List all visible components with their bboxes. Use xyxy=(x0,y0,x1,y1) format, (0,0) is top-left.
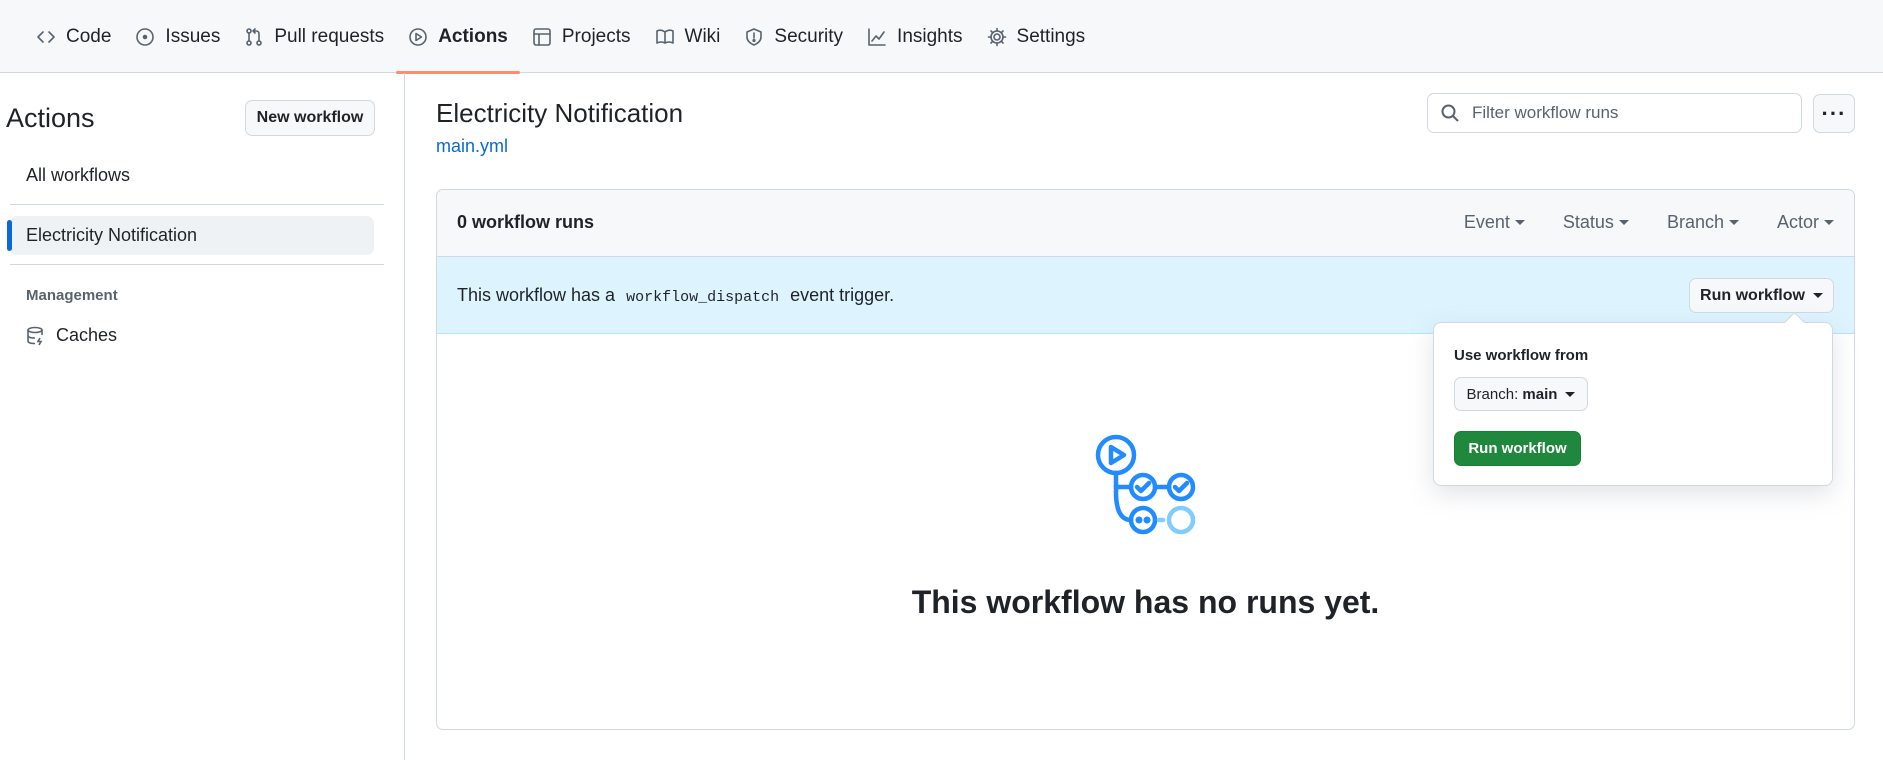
workflow-title: Electricity Notification xyxy=(436,98,684,128)
branch-filter-dropdown[interactable]: Branch xyxy=(1667,212,1739,233)
run-workflow-dropdown-button[interactable]: Run workflow xyxy=(1689,278,1834,313)
issue-icon xyxy=(136,27,155,46)
table-icon xyxy=(533,27,551,46)
kebab-icon: ··· xyxy=(1821,100,1847,126)
banner-text: This workflow has a workflow_dispatch ev… xyxy=(457,285,895,306)
filter-input[interactable] xyxy=(1472,103,1792,123)
management-heading: Management xyxy=(26,287,118,304)
run-workflow-popover: Use workflow from Branch: main Run workf… xyxy=(1433,322,1833,486)
shield-icon xyxy=(746,27,763,46)
database-icon xyxy=(27,326,43,345)
branch-select-text: Branch: main xyxy=(1466,385,1558,403)
sidebar-divider xyxy=(10,264,384,265)
repo-nav: Code Issues Pull requests Actions Projec… xyxy=(0,0,1883,74)
sidebar-item-label: Electricity Notification xyxy=(26,225,198,245)
tab-pull-requests[interactable]: Pull requests xyxy=(232,0,396,73)
branch-select-button[interactable]: Branch: main xyxy=(1454,377,1588,411)
caches-label: Caches xyxy=(56,325,118,345)
tab-wiki[interactable]: Wiki xyxy=(643,0,733,73)
caret-down-icon xyxy=(1812,293,1823,298)
new-workflow-button[interactable]: New workflow xyxy=(245,100,375,136)
repo-tabs: Code Issues Pull requests Actions Projec… xyxy=(24,0,1098,74)
use-workflow-from-label: Use workflow from xyxy=(1454,347,1589,364)
trigger-code: workflow_dispatch xyxy=(626,289,780,306)
runs-filters: Event Status Branch Actor xyxy=(1464,212,1834,233)
tab-insights[interactable]: Insights xyxy=(855,0,974,73)
caret-down-icon xyxy=(1565,391,1576,397)
sidebar-item-electricity-notification[interactable]: Electricity Notification xyxy=(7,216,374,255)
tab-projects[interactable]: Projects xyxy=(520,0,643,73)
run-workflow-submit-button[interactable]: Run workflow xyxy=(1454,431,1581,466)
kebab-menu-button[interactable]: ··· xyxy=(1813,94,1855,133)
workflow-file-link[interactable]: main.yml xyxy=(436,136,508,157)
actions-sidebar: Actions New workflow All workflows Elect… xyxy=(0,73,405,760)
status-filter-dropdown[interactable]: Status xyxy=(1563,212,1629,233)
tab-security[interactable]: Security xyxy=(732,0,855,73)
empty-state-message: This workflow has no runs yet. xyxy=(911,584,1380,620)
tab-settings[interactable]: Settings xyxy=(975,0,1098,73)
caret-down-icon xyxy=(1824,220,1834,225)
workflow-graph-icon xyxy=(1095,434,1196,535)
code-icon xyxy=(37,30,55,43)
event-filter-dropdown[interactable]: Event xyxy=(1464,212,1525,233)
book-icon xyxy=(655,28,674,44)
sidebar-item-all-workflows[interactable]: All workflows xyxy=(10,156,374,195)
caret-down-icon xyxy=(1728,220,1739,225)
actor-filter-dropdown[interactable]: Actor xyxy=(1777,212,1834,233)
tab-actions[interactable]: Actions xyxy=(396,0,520,74)
filter-workflow-runs[interactable] xyxy=(1427,93,1802,133)
graph-icon xyxy=(868,27,886,46)
pull-request-icon xyxy=(246,27,263,46)
search-icon xyxy=(1441,104,1459,122)
caret-down-icon xyxy=(1618,220,1629,225)
sidebar-title: Actions xyxy=(6,103,95,133)
caret-down-icon xyxy=(1514,220,1525,225)
sidebar-divider xyxy=(10,204,384,205)
tab-issues[interactable]: Issues xyxy=(123,0,232,73)
runs-count: 0 workflow runs xyxy=(457,212,595,232)
runs-header: 0 workflow runs Event Status Branch Acto… xyxy=(437,190,1854,257)
sidebar-item-caches[interactable]: Caches xyxy=(10,316,374,355)
gear-icon xyxy=(987,27,1006,46)
tab-code[interactable]: Code xyxy=(24,0,123,73)
play-icon xyxy=(409,27,427,46)
